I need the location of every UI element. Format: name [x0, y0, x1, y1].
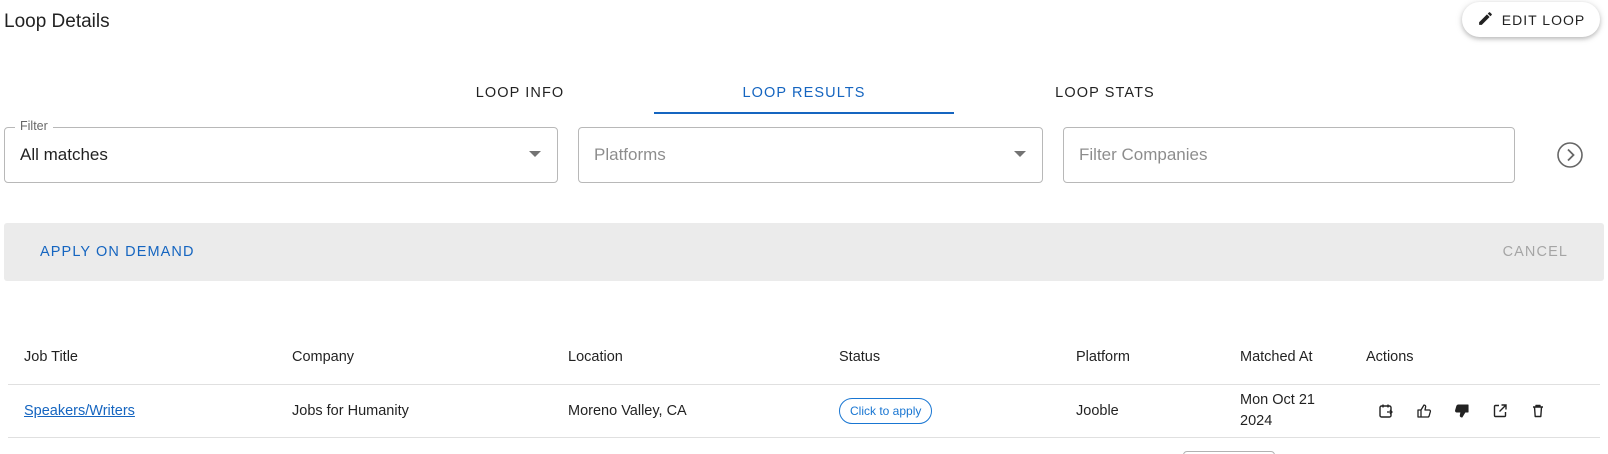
- header-job-title: Job Title: [24, 349, 78, 365]
- tab-loop-results[interactable]: LOOP RESULTS: [654, 70, 954, 116]
- edit-loop-label: EDIT LOOP: [1501, 11, 1586, 28]
- filter-companies-input[interactable]: Filter Companies: [1063, 127, 1515, 183]
- page-title: Loop Details: [4, 11, 110, 32]
- filter-value: All matches: [20, 145, 108, 164]
- header-platform: Platform: [1076, 349, 1130, 365]
- matched-at-cell: Mon Oct 21 2024: [1240, 392, 1315, 429]
- results-table: Job Title Company Location Status Platfo…: [8, 330, 1600, 438]
- table-header: Job Title Company Location Status Platfo…: [8, 330, 1600, 385]
- row-actions: [1376, 401, 1548, 421]
- job-title-link[interactable]: Speakers/Writers: [24, 403, 135, 419]
- header-company: Company: [292, 349, 355, 365]
- platforms-select[interactable]: Platforms: [578, 127, 1043, 183]
- location-cell: Moreno Valley, CA: [568, 403, 687, 419]
- platform-cell: Jooble: [1076, 403, 1119, 419]
- schedule-icon[interactable]: [1376, 401, 1396, 421]
- arrow-right-circle-icon[interactable]: [1556, 141, 1584, 169]
- header-actions: Actions: [1366, 349, 1414, 365]
- header-matched-at: Matched At: [1240, 349, 1313, 365]
- table-row: Speakers/Writers Jobs for Humanity Moren…: [8, 385, 1600, 438]
- header-status: Status: [839, 349, 881, 365]
- tab-loop-info[interactable]: LOOP INFO: [390, 70, 650, 116]
- chevron-down-icon: [529, 151, 541, 157]
- chevron-down-icon: [1014, 151, 1026, 157]
- company-cell: Jobs for Humanity: [292, 403, 409, 419]
- action-bar: APPLY ON DEMAND CANCEL: [4, 223, 1604, 281]
- thumb-up-icon[interactable]: [1414, 401, 1434, 421]
- tab-loop-stats[interactable]: LOOP STATS: [975, 70, 1235, 116]
- tab-active-indicator: [654, 112, 954, 114]
- pencil-icon: [1477, 10, 1494, 30]
- open-external-icon[interactable]: [1490, 401, 1510, 421]
- status-badge[interactable]: Click to apply: [839, 398, 933, 424]
- platforms-placeholder: Platforms: [594, 145, 666, 164]
- apply-on-demand-button[interactable]: APPLY ON DEMAND: [40, 223, 195, 281]
- header-location: Location: [568, 349, 623, 365]
- filter-companies-placeholder: Filter Companies: [1079, 145, 1208, 164]
- tab-bar: LOOP INFO LOOP RESULTS LOOP STATS: [0, 70, 1608, 116]
- thumb-down-icon[interactable]: [1452, 401, 1472, 421]
- cancel-button: CANCEL: [1502, 244, 1568, 260]
- filter-select[interactable]: Filter All matches: [4, 119, 558, 183]
- edit-loop-button[interactable]: EDIT LOOP: [1462, 2, 1600, 37]
- delete-icon[interactable]: [1528, 401, 1548, 421]
